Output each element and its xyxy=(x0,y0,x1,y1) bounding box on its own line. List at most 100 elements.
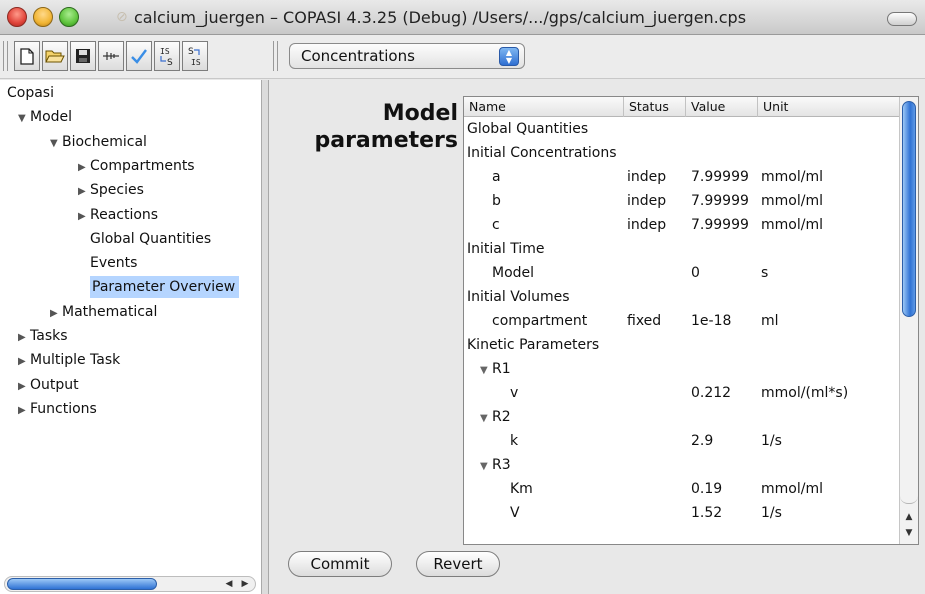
new-document-button[interactable] xyxy=(14,41,40,71)
table-row[interactable]: v 0.212 mmol/(ml*s) xyxy=(464,381,900,405)
collapsed-triangle-icon[interactable]: ▶ xyxy=(18,375,30,399)
expanded-triangle-icon[interactable]: ▼ xyxy=(50,132,62,156)
collapsed-triangle-icon[interactable]: ▶ xyxy=(78,180,90,204)
cell-name: Global Quantities xyxy=(467,117,588,141)
cell-status: fixed xyxy=(627,313,662,329)
expanded-triangle-icon[interactable]: ▼ xyxy=(480,455,492,479)
table-row[interactable]: Km 0.19 mmol/ml xyxy=(464,477,900,501)
svg-text:S: S xyxy=(188,47,194,57)
table-row[interactable]: Initial Time xyxy=(464,237,900,261)
tree-item[interactable]: Global Quantities xyxy=(78,227,211,251)
table-row[interactable]: c indep 7.99999 mmol/ml xyxy=(464,213,900,237)
table-row[interactable]: a indep 7.99999 mmol/ml xyxy=(464,165,900,189)
tree-item[interactable]: ▶ Compartments xyxy=(78,154,195,178)
slider-icon xyxy=(103,52,119,60)
column-header-unit[interactable]: Unit xyxy=(758,97,900,117)
scroll-left-arrow-icon[interactable]: ◀ xyxy=(221,577,237,591)
scroll-down-arrow-icon[interactable]: ▼ xyxy=(903,528,915,538)
collapsed-triangle-icon[interactable]: ▶ xyxy=(18,326,30,350)
tree-item[interactable]: ▼ Biochemical xyxy=(50,130,147,154)
cell-name: ▼ R3 xyxy=(480,453,511,479)
open-folder-button[interactable] xyxy=(42,41,68,71)
cell-unit: mmol/ml xyxy=(761,169,823,185)
cell-name-text: b xyxy=(492,193,501,209)
table-vertical-scrollbar[interactable]: ▲ ▼ xyxy=(899,97,918,544)
cell-unit: mmol/(ml*s) xyxy=(761,385,849,401)
tree-item[interactable]: ▶ Reactions xyxy=(78,203,158,227)
tree-item-label: Global Quantities xyxy=(90,230,212,247)
table-row[interactable]: Initial Volumes xyxy=(464,285,900,309)
expanded-triangle-icon[interactable]: ▼ xyxy=(480,359,492,383)
table-row[interactable]: Global Quantities xyxy=(464,117,900,141)
table-row[interactable]: Kinetic Parameters xyxy=(464,333,900,357)
tree-item[interactable]: ▶ Multiple Task xyxy=(18,348,120,372)
document-proxy-icon[interactable]: ⊘ xyxy=(116,10,132,24)
table-row[interactable]: Model 0 s xyxy=(464,261,900,285)
expanded-triangle-icon[interactable]: ▼ xyxy=(480,407,492,431)
toolbar-grip[interactable] xyxy=(3,41,8,71)
zoom-window-button[interactable] xyxy=(59,7,79,27)
revert-button[interactable]: Revert xyxy=(416,551,500,577)
cell-name-text: compartment xyxy=(492,313,588,329)
cell-unit: 1/s xyxy=(761,505,782,521)
state-to-initial-button[interactable]: S IS xyxy=(182,41,208,71)
collapsed-triangle-icon[interactable]: ▶ xyxy=(78,205,90,229)
collapsed-triangle-icon[interactable]: ▶ xyxy=(78,156,90,180)
cell-name: V xyxy=(510,501,520,525)
toolbar-separator xyxy=(273,41,278,71)
quantity-type-select[interactable]: Concentrations ▲ ▼ xyxy=(289,43,525,69)
tree-item[interactable]: Events xyxy=(78,251,137,275)
tree-horizontal-scrollbar[interactable]: ◀ ▶ xyxy=(4,576,256,592)
parameters-table[interactable]: Name Status Value Unit Global Quantities… xyxy=(463,96,919,545)
check-model-button[interactable] xyxy=(126,41,152,71)
close-window-button[interactable] xyxy=(7,7,27,27)
column-header-value[interactable]: Value xyxy=(686,97,758,117)
table-row[interactable]: ▼ R3 xyxy=(464,453,900,477)
cell-value: 1.52 xyxy=(691,505,723,521)
commit-button[interactable]: Commit xyxy=(288,551,392,577)
tree-item[interactable]: ▶ Tasks xyxy=(18,324,68,348)
collapsed-triangle-icon[interactable]: ▶ xyxy=(18,350,30,374)
collapsed-triangle-icon[interactable]: ▶ xyxy=(18,399,30,423)
collapsed-triangle-icon[interactable]: ▶ xyxy=(50,302,62,326)
cell-name-text: k xyxy=(510,433,519,449)
table-row[interactable]: V 1.52 1/s xyxy=(464,501,900,525)
table-row[interactable]: Initial Concentrations xyxy=(464,141,900,165)
save-button[interactable] xyxy=(70,41,96,71)
table-row[interactable]: b indep 7.99999 mmol/ml xyxy=(464,189,900,213)
expanded-triangle-icon[interactable]: ▼ xyxy=(18,107,30,131)
column-header-status[interactable]: Status xyxy=(624,97,686,117)
scroll-right-arrow-icon[interactable]: ▶ xyxy=(237,577,253,591)
scrollbar-track-end xyxy=(900,492,918,504)
page-title-line2: parameters xyxy=(314,128,458,153)
svg-text:IS: IS xyxy=(160,47,170,56)
table-row[interactable]: k 2.9 1/s xyxy=(464,429,900,453)
scrollbar-thumb[interactable] xyxy=(7,578,157,590)
cell-unit: 1/s xyxy=(761,433,782,449)
tree-item[interactable]: ▶ Species xyxy=(78,178,144,202)
table-row[interactable]: ▼ R1 xyxy=(464,357,900,381)
table-header: Name Status Value Unit xyxy=(464,97,900,117)
cell-name: b xyxy=(492,189,501,213)
tree-item[interactable]: ▶ Output xyxy=(18,373,79,397)
tree-item[interactable]: Copasi xyxy=(7,81,54,105)
svg-text:S: S xyxy=(167,58,173,67)
panel-splitter[interactable] xyxy=(262,80,269,594)
tree-item-label: Compartments xyxy=(90,157,195,174)
table-row[interactable]: ▼ R2 xyxy=(464,405,900,429)
scroll-up-arrow-icon[interactable]: ▲ xyxy=(903,512,915,522)
toolbar-toggle-button[interactable] xyxy=(887,12,917,26)
minimize-window-button[interactable] xyxy=(33,7,53,27)
tree-item[interactable]: Parameter Overview xyxy=(78,275,240,299)
tree-item[interactable]: ▶ Functions xyxy=(18,397,97,421)
scrollbar-thumb[interactable] xyxy=(902,101,916,317)
tree-item[interactable]: ▼ Model xyxy=(18,105,72,129)
initial-to-state-button[interactable]: IS S xyxy=(154,41,180,71)
slider-button[interactable] xyxy=(98,41,124,71)
tree-item[interactable]: ▶ Mathematical xyxy=(50,300,157,324)
column-header-name[interactable]: Name xyxy=(464,97,624,117)
save-icon xyxy=(76,49,90,63)
navigation-tree[interactable]: Copasi ▼ Model ▼ Biochemical ▶ Compartments ▶ Sp… xyxy=(0,80,262,594)
table-row[interactable]: compartment fixed 1e-18 ml xyxy=(464,309,900,333)
tree-item-label: Species xyxy=(90,182,144,199)
